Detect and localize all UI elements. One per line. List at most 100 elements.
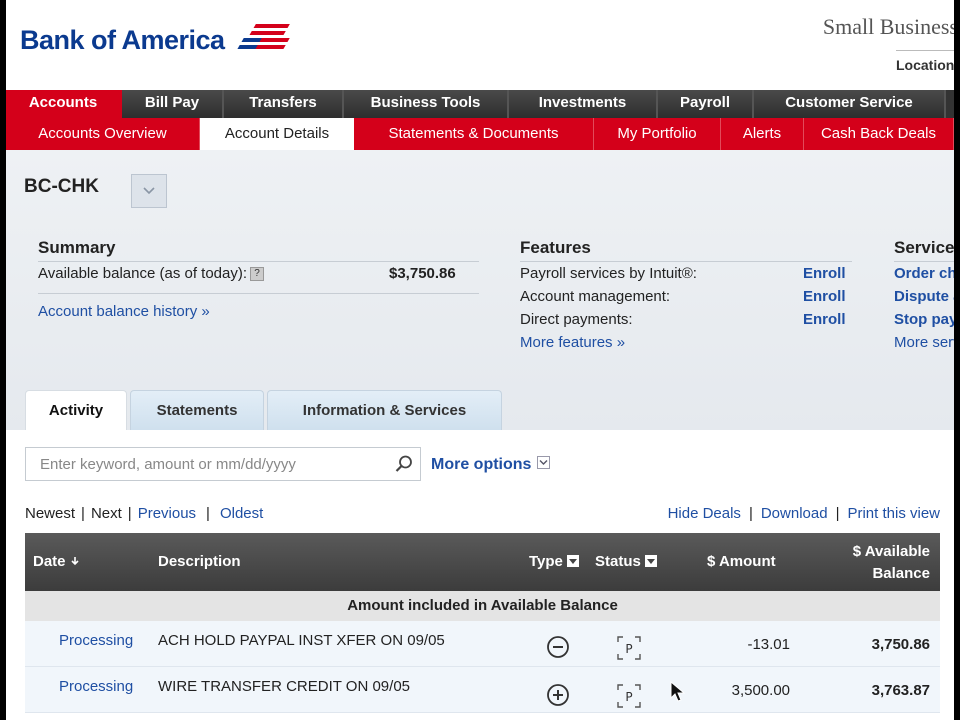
- sub-nav: Accounts Overview Account Details Statem…: [6, 118, 954, 150]
- table-row[interactable]: Processing ACH HOLD PAYPAL INST XFER ON …: [25, 621, 940, 667]
- column-type[interactable]: Type: [529, 553, 579, 570]
- column-description: Description: [158, 553, 241, 570]
- column-balance-line1: $ Available: [852, 543, 930, 560]
- account-selector-button[interactable]: [131, 174, 167, 208]
- download-link[interactable]: Download: [761, 505, 828, 522]
- chevron-down-icon: [537, 456, 551, 470]
- sort-arrow-down-icon: [71, 557, 79, 566]
- subnav-statements-documents[interactable]: Statements & Documents: [354, 118, 594, 150]
- available-balance-label: Available balance (as of today):?: [38, 265, 265, 282]
- subnav-my-portfolio[interactable]: My Portfolio: [594, 118, 721, 150]
- column-date[interactable]: Date: [33, 553, 80, 570]
- pager: Newest | Next | Previous | Oldest: [25, 505, 264, 522]
- subnav-account-details[interactable]: Account Details: [200, 118, 354, 150]
- header-divider: [896, 50, 954, 51]
- site-header: Bank of America Small Business Location: [6, 0, 954, 90]
- summary-title: Summary: [38, 238, 116, 257]
- row-description: WIRE TRANSFER CREDIT ON 09/05: [158, 678, 410, 695]
- more-options-link[interactable]: More options: [431, 456, 551, 474]
- account-details-panel: BC-CHK Summary Available balance (as of …: [6, 150, 954, 430]
- row-balance: 3,750.86: [871, 636, 930, 653]
- pager-oldest-link[interactable]: Oldest: [220, 505, 263, 522]
- column-status-label: Status: [595, 553, 641, 570]
- feature-label-account-management: Account management:: [520, 288, 671, 305]
- debit-minus-icon: [546, 635, 570, 663]
- nav-tab-customer-service[interactable]: Customer Service: [754, 90, 946, 118]
- pending-status-icon[interactable]: P: [616, 683, 642, 713]
- row-date-link[interactable]: Processing: [59, 632, 133, 649]
- pager-previous-link[interactable]: Previous: [138, 505, 196, 522]
- help-icon[interactable]: ?: [250, 267, 265, 282]
- nav-tab-bill-pay[interactable]: Bill Pay: [122, 90, 224, 118]
- row-amount: 3,500.00: [731, 682, 790, 699]
- column-type-label: Type: [529, 553, 563, 570]
- more-features-link[interactable]: More features »: [520, 334, 625, 351]
- print-view-link[interactable]: Print this view: [847, 505, 940, 522]
- hide-deals-link[interactable]: Hide Deals: [668, 505, 741, 522]
- search-icon[interactable]: [394, 454, 414, 479]
- table-row[interactable]: Processing WIRE TRANSFER CREDIT ON 09/05…: [25, 667, 940, 713]
- transactions-table-header: Date Description Type Status $ Amount $ …: [25, 533, 940, 591]
- type-filter-dropdown-icon: [566, 555, 579, 568]
- tab-activity[interactable]: Activity: [25, 390, 127, 430]
- account-name: BC-CHK: [24, 176, 99, 197]
- status-code: P: [625, 642, 632, 656]
- status-code: P: [625, 690, 632, 704]
- search-box: [25, 447, 421, 481]
- flag-logo-icon: [231, 22, 297, 59]
- row-description: ACH HOLD PAYPAL INST XFER ON 09/05: [158, 632, 445, 649]
- available-balance-value: $3,750.86: [389, 265, 456, 282]
- subnav-alerts[interactable]: Alerts: [721, 118, 804, 150]
- summary-divider: [38, 261, 479, 262]
- subnav-accounts-overview[interactable]: Accounts Overview: [6, 118, 200, 150]
- activity-panel: More options Newest|Next|Previous|Oldest…: [6, 430, 954, 720]
- pager-newest: Newest: [25, 505, 76, 522]
- feature-label-payroll: Payroll services by Intuit®:: [520, 265, 697, 282]
- pager-next: Next: [90, 505, 122, 522]
- enroll-payroll-link[interactable]: Enroll: [803, 265, 846, 282]
- column-status[interactable]: Status: [595, 553, 657, 570]
- nav-tab-investments[interactable]: Investments: [509, 90, 658, 118]
- features-title: Features: [520, 238, 591, 257]
- tab-statements[interactable]: Statements: [130, 390, 264, 430]
- column-balance-line2: Balance: [872, 565, 930, 582]
- stop-payments-link[interactable]: Stop payments: [894, 311, 954, 328]
- column-available-balance: $ Available Balance: [853, 541, 930, 585]
- location-link[interactable]: Location: [896, 57, 954, 73]
- nav-tab-transfers[interactable]: Transfers: [224, 90, 344, 118]
- bank-logo[interactable]: Bank of America: [20, 22, 297, 59]
- search-input[interactable]: [26, 448, 386, 480]
- account-balance-history-link[interactable]: Account balance history »: [38, 303, 210, 320]
- enroll-account-management-link[interactable]: Enroll: [803, 288, 846, 305]
- services-divider: [894, 261, 954, 262]
- logo-text: Bank of America: [20, 25, 225, 55]
- dispute-transaction-link[interactable]: Dispute a transaction: [894, 288, 954, 305]
- row-amount: -13.01: [747, 636, 790, 653]
- available-balance-text: Available balance (as of today):: [38, 265, 248, 282]
- tab-information-services[interactable]: Information & Services: [267, 390, 502, 430]
- subnav-cash-back-deals[interactable]: Cash Back Deals: [804, 118, 954, 150]
- features-divider: [520, 261, 852, 262]
- nav-tab-payroll[interactable]: Payroll: [658, 90, 754, 118]
- column-date-label: Date: [33, 553, 66, 570]
- services-title: Services: [894, 238, 954, 257]
- services-column: Services Order checks Dispute a transact…: [894, 150, 954, 390]
- order-checks-link[interactable]: Order checks: [894, 265, 954, 282]
- nav-tab-accounts[interactable]: Accounts: [6, 90, 122, 118]
- more-options-label: More options: [431, 456, 532, 473]
- summary-divider-bottom: [38, 293, 479, 294]
- column-amount: $ Amount: [707, 553, 776, 570]
- chevron-down-icon: [143, 187, 155, 195]
- pending-status-icon[interactable]: P: [616, 635, 642, 665]
- nav-tab-business-tools[interactable]: Business Tools: [344, 90, 509, 118]
- row-date-link[interactable]: Processing: [59, 678, 133, 695]
- credit-plus-icon: [546, 683, 570, 711]
- group-header-row: Amount included in Available Balance: [25, 591, 940, 621]
- status-filter-dropdown-icon: [644, 555, 657, 568]
- row-balance: 3,763.87: [871, 682, 930, 699]
- feature-label-direct-payments: Direct payments:: [520, 311, 633, 328]
- enroll-direct-payments-link[interactable]: Enroll: [803, 311, 846, 328]
- mouse-cursor-icon: [670, 680, 686, 707]
- more-services-link[interactable]: More services »: [894, 334, 954, 351]
- segment-label: Small Business: [822, 14, 954, 39]
